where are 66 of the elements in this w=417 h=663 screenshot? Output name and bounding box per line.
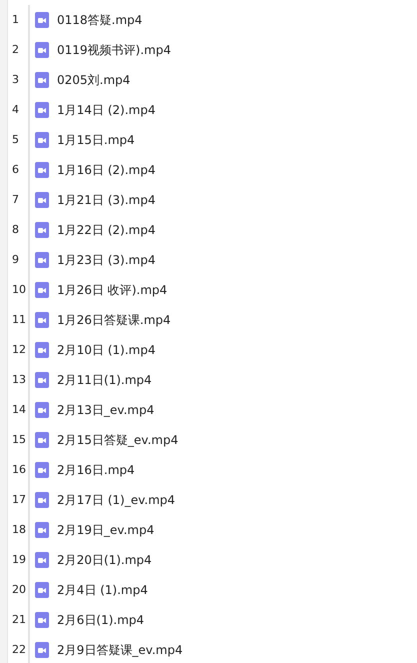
- file-name: 1月15日.mp4: [57, 132, 135, 149]
- video-file-icon: [35, 162, 49, 178]
- video-file-icon: [35, 492, 49, 508]
- row-number: 4: [11, 102, 19, 118]
- file-name: 1月23日 (3).mp4: [57, 252, 156, 269]
- file-name: 1月26日 收评).mp4: [57, 282, 168, 299]
- video-file-icon: [35, 222, 49, 238]
- video-file-icon: [35, 102, 49, 118]
- row-number: 16: [11, 462, 26, 478]
- row-number: 8: [11, 222, 19, 238]
- video-file-icon: [35, 252, 49, 268]
- row-number: 11: [11, 312, 26, 328]
- video-file-icon: [35, 42, 49, 58]
- video-file-icon: [35, 462, 49, 478]
- file-name: 2月11日(1).mp4: [57, 372, 152, 389]
- row-number: 20: [11, 582, 26, 598]
- row-number: 9: [11, 252, 19, 268]
- file-name: 2月17日 (1)_ev.mp4: [57, 492, 176, 509]
- row-number: 12: [11, 342, 26, 358]
- row-number: 22: [11, 642, 26, 658]
- video-file-icon: [35, 582, 49, 598]
- row-number: 10: [11, 282, 26, 298]
- video-file-icon: [35, 12, 49, 28]
- video-file-icon: [35, 552, 49, 568]
- file-name: 2月9日答疑课_ev.mp4: [57, 642, 183, 659]
- file-name: 1月14日 (2).mp4: [57, 102, 156, 119]
- file-name: 2月4日 (1).mp4: [57, 582, 148, 599]
- file-name: 1月22日 (2).mp4: [57, 222, 156, 239]
- video-file-icon: [35, 522, 49, 538]
- file-name: 2月19日_ev.mp4: [57, 522, 154, 539]
- video-file-icon: [35, 192, 49, 208]
- row-number: 5: [11, 132, 19, 148]
- file-name: 2月15日答疑_ev.mp4: [57, 432, 178, 449]
- file-name: 1月26日答疑课.mp4: [57, 312, 171, 329]
- row-number: 3: [11, 72, 19, 88]
- file-name: 2月10日 (1).mp4: [57, 342, 156, 359]
- row-number: 17: [11, 492, 26, 508]
- file-name: 0205刘.mp4: [57, 72, 130, 89]
- file-name: 2月16日.mp4: [57, 462, 135, 479]
- row-number: 6: [11, 162, 19, 178]
- file-name: 2月6日(1).mp4: [57, 612, 144, 629]
- file-name: 1月16日 (2).mp4: [57, 162, 156, 179]
- row-number: 21: [11, 612, 26, 628]
- video-file-icon: [35, 342, 49, 358]
- row-number: 14: [11, 402, 26, 418]
- row-number: 2: [11, 42, 19, 58]
- video-file-icon: [35, 72, 49, 88]
- video-file-icon: [35, 612, 49, 628]
- video-file-icon: [35, 372, 49, 388]
- file-name: 1月21日 (3).mp4: [57, 192, 156, 209]
- video-file-icon: [35, 312, 49, 328]
- video-file-icon: [35, 432, 49, 448]
- file-name: 2月20日(1).mp4: [57, 552, 152, 569]
- row-number: 13: [11, 372, 26, 388]
- video-file-icon: [35, 132, 49, 148]
- video-file-icon: [35, 642, 49, 658]
- file-name: 0118答疑.mp4: [57, 12, 142, 29]
- row-number: 7: [11, 192, 19, 208]
- row-number: 15: [11, 432, 26, 448]
- row-number: 18: [11, 522, 26, 538]
- video-file-icon: [35, 282, 49, 298]
- file-name: 0119视频书评).mp4: [57, 42, 171, 59]
- video-file-icon: [35, 402, 49, 418]
- row-number: 19: [11, 552, 26, 568]
- row-number: 1: [11, 12, 19, 28]
- file-name: 2月13日_ev.mp4: [57, 402, 154, 419]
